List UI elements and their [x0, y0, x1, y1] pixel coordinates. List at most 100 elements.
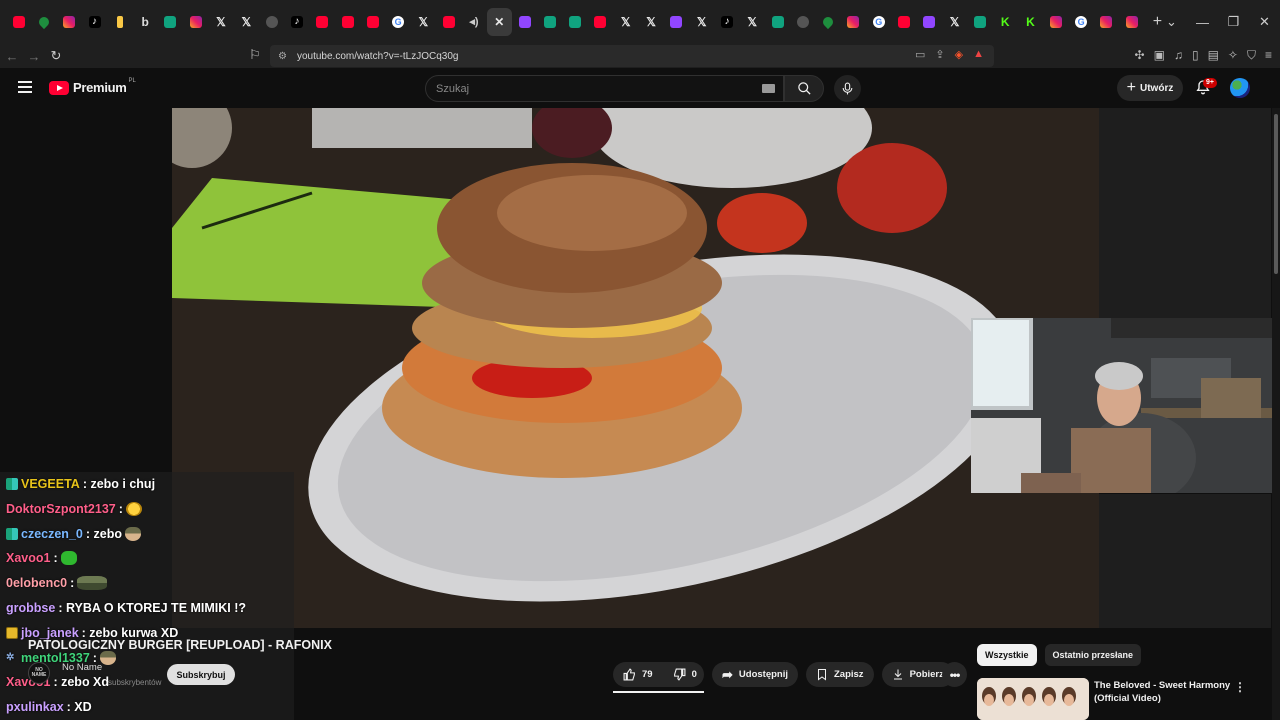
browser-tab[interactable]: G [1068, 8, 1093, 36]
extensions-icon[interactable]: ✣ [1135, 48, 1145, 63]
search-field[interactable] [425, 75, 784, 102]
subscribe-button[interactable]: Subskrybuj [167, 664, 235, 685]
browser-tab[interactable]: 𝕏 [208, 8, 233, 36]
url-text[interactable]: youtube.com/watch?v=-tLzJOCq30g [297, 51, 458, 62]
browser-tab[interactable]: 𝕏 [411, 8, 436, 36]
guide-menu-icon[interactable] [18, 81, 32, 93]
recommendation-thumbnail[interactable] [977, 678, 1089, 720]
browser-tab[interactable] [841, 8, 866, 36]
browser-tab[interactable] [259, 8, 284, 36]
video-player[interactable] [172, 108, 1099, 628]
browser-tab[interactable]: K [993, 8, 1018, 36]
browser-tab[interactable] [765, 8, 790, 36]
close-tab-icon[interactable]: ✕ [493, 16, 505, 28]
browser-tab[interactable] [107, 8, 132, 36]
browser-tab[interactable] [31, 8, 56, 36]
channel-name[interactable]: No Name [62, 662, 102, 673]
back-icon[interactable]: ← [2, 49, 22, 64]
rewards-icon[interactable]: ▲ [973, 48, 984, 61]
chat-text: : zebo i chuj [82, 477, 156, 491]
account-avatar[interactable] [1230, 78, 1250, 98]
sidebar-icon[interactable]: ▯ [1192, 48, 1199, 63]
scrollbar-thumb[interactable] [1274, 114, 1278, 274]
tab-search-chevron-icon[interactable]: ⌄ [1156, 14, 1187, 30]
search-input[interactable] [436, 82, 736, 95]
cast-icon[interactable]: ▭ [915, 48, 925, 61]
browser-tab[interactable] [57, 8, 82, 36]
browser-tab[interactable] [790, 8, 815, 36]
browser-tab[interactable] [512, 8, 537, 36]
more-actions-icon[interactable]: ••• [942, 662, 967, 687]
browser-tab[interactable] [563, 8, 588, 36]
browser-tab[interactable]: 𝕏 [740, 8, 765, 36]
browser-tab[interactable] [588, 8, 613, 36]
chip-all[interactable]: Wszystkie [977, 644, 1037, 666]
browser-tab[interactable] [891, 8, 916, 36]
site-info-icon[interactable]: ⚙ [278, 51, 287, 62]
browser-tab[interactable] [917, 8, 942, 36]
voice-search-button[interactable] [834, 75, 861, 102]
leo-icon[interactable]: ✧ [1228, 48, 1238, 63]
browser-tab[interactable] [664, 8, 689, 36]
bookmark-icon[interactable]: ⚐ [249, 47, 261, 63]
create-button[interactable]: + Utwórz [1117, 75, 1183, 101]
browser-tab[interactable] [335, 8, 360, 36]
brave-shield-icon[interactable]: ◈ [955, 48, 963, 61]
recommendation-title[interactable]: The Beloved - Sweet Harmony (Official Vi… [1094, 679, 1234, 705]
chat-message: DoktorSzpont2137: [6, 501, 142, 516]
browser-tab[interactable] [1043, 8, 1068, 36]
window-controls: ⌄ — ❐ ✕ [1156, 0, 1280, 44]
youtube-premium-logo[interactable]: Premium PL [49, 78, 136, 95]
like-button[interactable]: 79 [613, 662, 663, 687]
recommendation-more-icon[interactable]: ⋮ [1234, 680, 1246, 694]
wallet-icon[interactable]: ▤ [1208, 48, 1219, 63]
browser-tab[interactable] [967, 8, 992, 36]
address-bar[interactable]: ⚙ youtube.com/watch?v=-tLzJOCq30g ▭ ⇪ ◈ … [270, 45, 994, 67]
chat-message: Xavoo1: zebo Xd [6, 675, 109, 689]
browser-tab[interactable]: G [866, 8, 891, 36]
browser-tab[interactable] [310, 8, 335, 36]
page-scrollbar[interactable] [1272, 108, 1280, 720]
browser-tab[interactable] [1119, 8, 1144, 36]
channel-avatar[interactable]: NO NAME [28, 662, 50, 684]
share-icon[interactable]: ⇪ [935, 48, 944, 61]
google-icon: G [392, 16, 405, 28]
reload-icon[interactable]: ↻ [46, 48, 66, 64]
browser-tab[interactable] [537, 8, 562, 36]
browser-tab[interactable]: 𝕏 [613, 8, 638, 36]
menu-icon[interactable]: ≡ [1265, 48, 1272, 63]
forward-icon[interactable]: → [24, 49, 44, 64]
browser-tab[interactable]: b [132, 8, 157, 36]
screenshot-icon[interactable]: ▣ [1154, 48, 1165, 63]
browser-tab[interactable]: ✕ [486, 8, 512, 36]
keyboard-icon[interactable] [762, 84, 775, 93]
browser-tab[interactable]: ♪ [714, 8, 739, 36]
vpn-icon[interactable]: ⛉ [1247, 48, 1256, 63]
share-button[interactable]: ➦ Udostępnij [712, 662, 798, 687]
browser-tab[interactable]: ◂) [461, 8, 486, 36]
minimize-icon[interactable]: — [1187, 15, 1218, 30]
browser-tab[interactable] [436, 8, 461, 36]
browser-tab[interactable]: ♪ [284, 8, 309, 36]
restore-icon[interactable]: ❐ [1218, 14, 1249, 30]
save-button[interactable]: Zapisz [806, 662, 874, 687]
youtube-logo-icon [49, 80, 69, 95]
browser-tab[interactable]: 𝕏 [689, 8, 714, 36]
browser-tab[interactable] [158, 8, 183, 36]
browser-tab[interactable]: 𝕏 [638, 8, 663, 36]
browser-tab[interactable]: ♪ [82, 8, 107, 36]
browser-tab[interactable] [360, 8, 385, 36]
browser-tab[interactable]: G [385, 8, 410, 36]
browser-tab[interactable] [6, 8, 31, 36]
browser-tab[interactable]: 𝕏 [234, 8, 259, 36]
chip-recently-uploaded[interactable]: Ostatnio przesłane [1044, 644, 1142, 666]
browser-tab[interactable] [183, 8, 208, 36]
dislike-button[interactable]: 0 [663, 662, 707, 687]
browser-tab[interactable]: K [1018, 8, 1043, 36]
search-button[interactable] [784, 75, 824, 102]
browser-tab[interactable] [1094, 8, 1119, 36]
browser-tab[interactable]: 𝕏 [942, 8, 967, 36]
media-icon[interactable]: ♫ [1174, 48, 1183, 63]
close-window-icon[interactable]: ✕ [1249, 14, 1280, 30]
browser-tab[interactable] [816, 8, 841, 36]
